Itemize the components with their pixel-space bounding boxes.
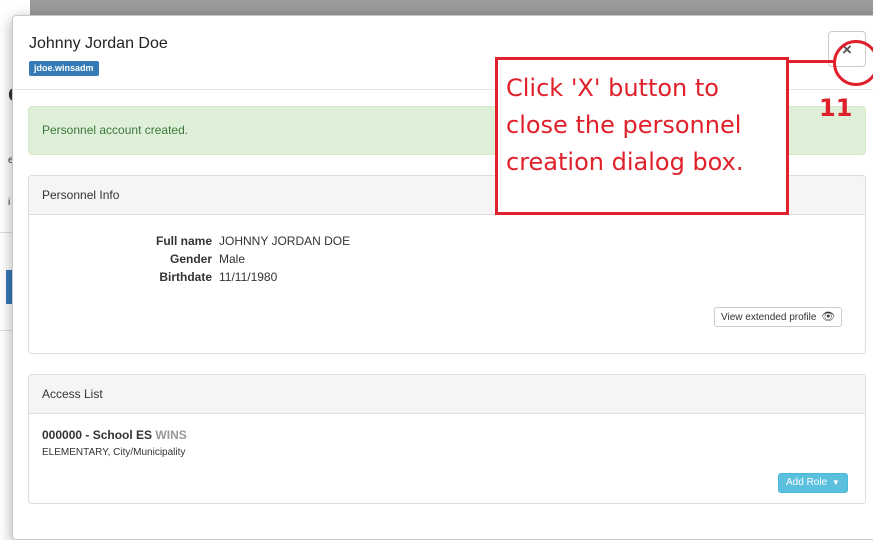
field-label: Birthdate — [159, 270, 212, 284]
step-number: 11 — [819, 94, 853, 122]
callout-connector — [789, 60, 835, 63]
access-list-panel: Access List 000000 - School ES WINS ELEM… — [28, 374, 866, 504]
view-extended-profile-button[interactable]: View extended profile 👁 — [714, 307, 843, 327]
school-tag: WINS — [155, 428, 187, 442]
highlight-circle — [833, 40, 873, 86]
add-role-button[interactable]: Add Role ▼ — [778, 473, 848, 493]
background-text-fragment: i — [8, 197, 11, 208]
info-row-gender: Gender Male — [29, 252, 865, 269]
button-label: Add Role — [786, 477, 828, 488]
caret-down-icon: ▼ — [831, 478, 840, 487]
field-label: Full name — [155, 234, 212, 248]
personnel-dialog: Johnny Jordan Doe jdoe.winsadm × Personn… — [12, 15, 873, 540]
school-details: ELEMENTARY, City/Municipality — [42, 447, 186, 458]
username-badge: jdoe.winsadm — [29, 61, 99, 76]
button-label: View extended profile — [721, 312, 817, 323]
panel-heading: Access List — [29, 375, 865, 414]
modal-title: Johnny Jordan Doe — [29, 35, 168, 52]
field-value: JOHNNY JORDAN DOE — [219, 234, 351, 248]
field-label: Gender — [169, 252, 212, 266]
info-row-birthdate: Birthdate 11/11/1980 — [29, 270, 865, 287]
school-name: 000000 - School ES WINS — [42, 428, 187, 442]
info-row-full-name: Full name JOHNNY JORDAN DOE — [29, 234, 865, 251]
instruction-callout: Click 'X' button to close the personnel … — [495, 57, 789, 215]
instruction-text: Click 'X' button to close the personnel … — [506, 74, 744, 176]
eye-icon: 👁 — [821, 311, 836, 323]
field-value: 11/11/1980 — [219, 270, 278, 284]
field-value: Male — [219, 252, 246, 266]
school-title: 000000 - School ES — [42, 428, 153, 442]
